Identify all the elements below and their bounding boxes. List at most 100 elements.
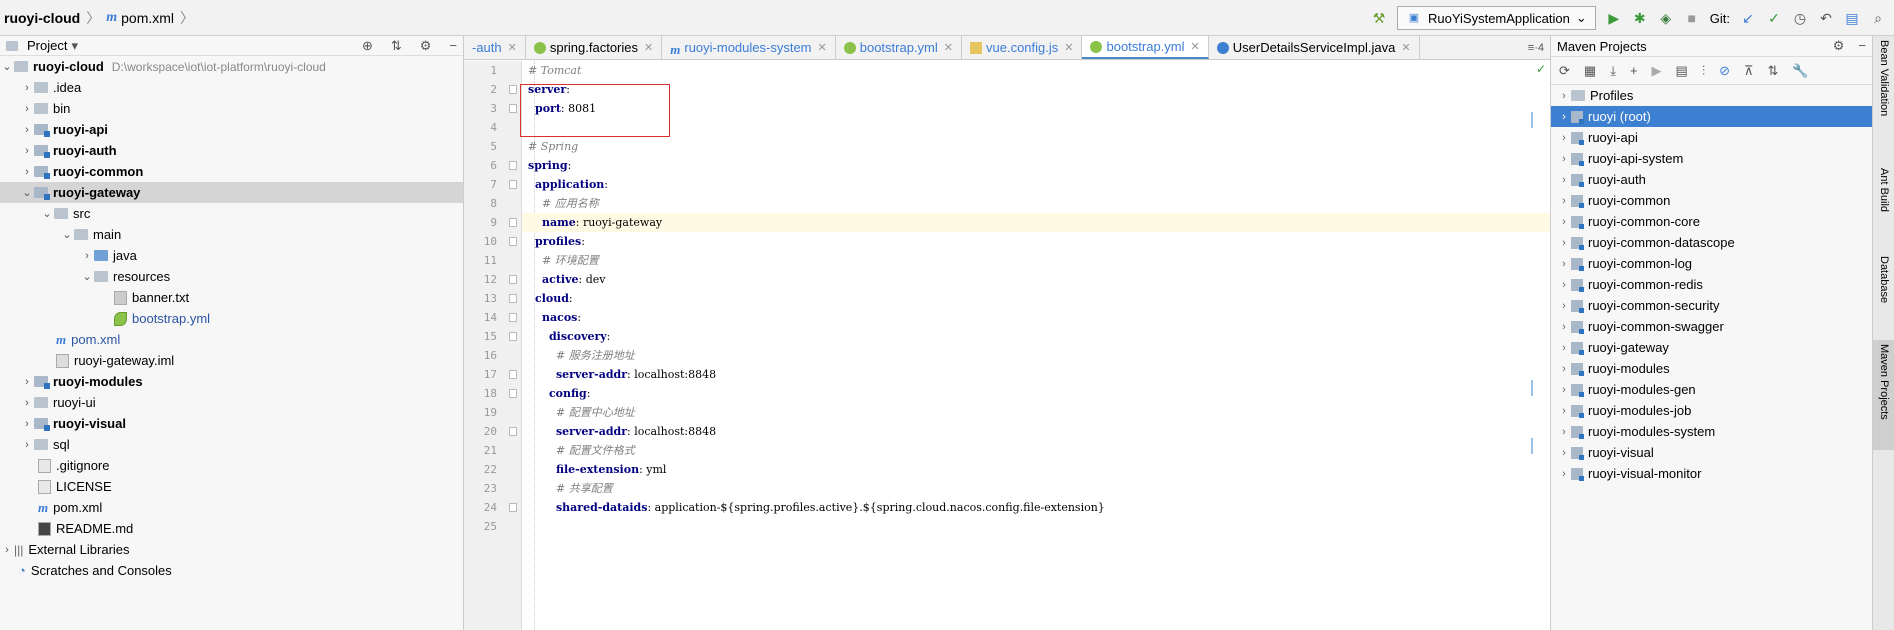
tab-database[interactable]: Database [1873,252,1894,332]
show-dependencies-icon[interactable]: ⊼ [1744,63,1754,79]
tree-item-sql[interactable]: › sql [0,434,463,455]
maven-item[interactable]: › ruoyi-common [1551,190,1872,211]
maven-item[interactable]: › ruoyi-common-datascope [1551,232,1872,253]
maven-item[interactable]: › ruoyi-api-system [1551,148,1872,169]
maven-item[interactable]: › ruoyi-common-swagger [1551,316,1872,337]
tab-user-details-service[interactable]: UserDetailsServiceImpl.java ✕ [1209,36,1420,59]
tree-item-java[interactable]: › java [0,245,463,266]
close-icon[interactable]: ✕ [508,41,517,54]
collapsed-arrow-icon[interactable]: › [1557,405,1571,417]
maven-item[interactable]: › ruoyi-common-security [1551,295,1872,316]
collapsed-arrow-icon[interactable]: › [1557,426,1571,438]
fold-marker-icon[interactable] [509,370,517,379]
fold-marker-icon[interactable] [509,85,517,94]
maven-item[interactable]: › ruoyi-api [1551,127,1872,148]
collapsed-arrow-icon[interactable]: › [1557,174,1571,186]
fold-marker-icon[interactable] [509,427,517,436]
tree-item-ruoyi-gateway[interactable]: ⌄ ruoyi-gateway [0,182,463,203]
tree-item-gateway-pom[interactable]: m pom.xml [0,329,463,350]
locate-icon[interactable]: ⊕ [362,38,373,54]
tab-vue-config[interactable]: vue.config.js ✕ [962,36,1083,59]
fold-marker-icon[interactable] [509,503,517,512]
tree-item-src[interactable]: ⌄ src [0,203,463,224]
tree-item-ruoyi-ui[interactable]: › ruoyi-ui [0,392,463,413]
tree-item-ruoyi-visual[interactable]: › ruoyi-visual [0,413,463,434]
fold-marker-icon[interactable] [509,218,517,227]
collapsed-arrow-icon[interactable]: › [1557,258,1571,270]
maven-item[interactable]: › ruoyi-modules-gen [1551,379,1872,400]
project-panel-title[interactable]: Project [27,38,67,53]
collapsed-arrow-icon[interactable]: › [20,145,34,157]
collapsed-arrow-icon[interactable]: › [1557,384,1571,396]
tree-item-ruoyi-api[interactable]: › ruoyi-api [0,119,463,140]
maven-item[interactable]: › ruoyi-common-log [1551,253,1872,274]
tree-item-banner[interactable]: banner.txt [0,287,463,308]
fold-marker-icon[interactable] [509,180,517,189]
tree-item-main[interactable]: ⌄ main [0,224,463,245]
lifecycle-icon[interactable]: ▤ [1676,63,1688,79]
tabs-overflow-button[interactable]: ≡·4 [1522,36,1550,59]
tree-item-external-libraries[interactable]: › ||| External Libraries [0,539,463,560]
maven-item[interactable]: › ruoyi-visual [1551,442,1872,463]
collapsed-arrow-icon[interactable]: › [20,103,34,115]
collapsed-arrow-icon[interactable]: › [20,166,34,178]
fold-marker-icon[interactable] [509,313,517,322]
maven-item[interactable]: › ruoyi-auth [1551,169,1872,190]
reimport-icon[interactable]: ⟳ [1559,63,1570,79]
build-hammer-icon[interactable]: ⚒ [1371,10,1387,26]
toggle-offline-icon[interactable]: ⫶ [1702,63,1705,79]
git-commit-icon[interactable]: ✓ [1766,10,1782,26]
tab-auth[interactable]: -auth ✕ [464,36,526,59]
skip-tests-icon[interactable]: ⊘ [1719,63,1730,79]
collapsed-arrow-icon[interactable]: › [1557,279,1571,291]
close-icon[interactable]: ✕ [944,41,953,54]
add-icon[interactable]: + [1630,63,1638,78]
git-update-icon[interactable]: ↙ [1740,10,1756,26]
maven-item[interactable]: › ruoyi-common-redis [1551,274,1872,295]
tree-item-ruoyi-modules[interactable]: › ruoyi-modules [0,371,463,392]
tree-item-ruoyi-common[interactable]: › ruoyi-common [0,161,463,182]
fold-marker-icon[interactable] [509,161,517,170]
collapsed-arrow-icon[interactable]: › [0,544,14,556]
generate-sources-icon[interactable]: ▦ [1584,63,1596,79]
tree-item-readme[interactable]: README.md [0,518,463,539]
close-icon[interactable]: ✕ [1401,41,1410,54]
tab-bootstrap-yml-1[interactable]: bootstrap.yml ✕ [836,36,962,59]
collapsed-arrow-icon[interactable]: › [80,250,94,262]
debug-icon[interactable]: ✱ [1632,10,1648,26]
collapsed-arrow-icon[interactable]: › [20,439,34,451]
hide-icon[interactable]: − [449,38,457,54]
collapsed-arrow-icon[interactable]: › [1557,111,1571,123]
breadcrumb-project[interactable]: ruoyi-cloud [4,10,80,26]
gear-icon[interactable]: ⚙ [420,38,432,54]
collapsed-arrow-icon[interactable]: › [1557,447,1571,459]
collapse-all-icon[interactable]: ⇅ [1768,63,1779,79]
collapsed-arrow-icon[interactable]: › [1557,153,1571,165]
maven-item-profiles[interactable]: › Profiles [1551,85,1872,106]
chevron-down-icon[interactable]: ▾ [71,38,78,54]
run-icon[interactable]: ▶ [1606,10,1622,26]
collapsed-arrow-icon[interactable]: › [1557,90,1571,102]
tab-ant-build[interactable]: Ant Build [1873,164,1894,244]
search-icon[interactable]: ⌕ [1870,10,1886,26]
fold-marker-icon[interactable] [509,237,517,246]
maven-item-root[interactable]: › ruoyi (root) [1551,106,1872,127]
close-icon[interactable]: ✕ [644,41,653,54]
collapsed-arrow-icon[interactable]: › [1557,468,1571,480]
tree-item-ruoyi-auth[interactable]: › ruoyi-auth [0,140,463,161]
hide-icon[interactable]: − [1858,38,1866,54]
close-icon[interactable]: ✕ [1191,40,1200,53]
collapsed-arrow-icon[interactable]: › [1557,363,1571,375]
close-icon[interactable]: ✕ [818,41,827,54]
fold-marker-icon[interactable] [509,294,517,303]
collapsed-arrow-icon[interactable]: › [20,397,34,409]
tree-item-license[interactable]: LICENSE [0,476,463,497]
maven-item[interactable]: › ruoyi-gateway [1551,337,1872,358]
collapsed-arrow-icon[interactable]: › [1557,342,1571,354]
tree-item-gitignore[interactable]: .gitignore [0,455,463,476]
fold-marker-icon[interactable] [509,275,517,284]
expanded-arrow-icon[interactable]: ⌄ [0,60,14,73]
maven-item[interactable]: › ruoyi-modules-job [1551,400,1872,421]
collapsed-arrow-icon[interactable]: › [1557,300,1571,312]
maven-item[interactable]: › ruoyi-common-core [1551,211,1872,232]
